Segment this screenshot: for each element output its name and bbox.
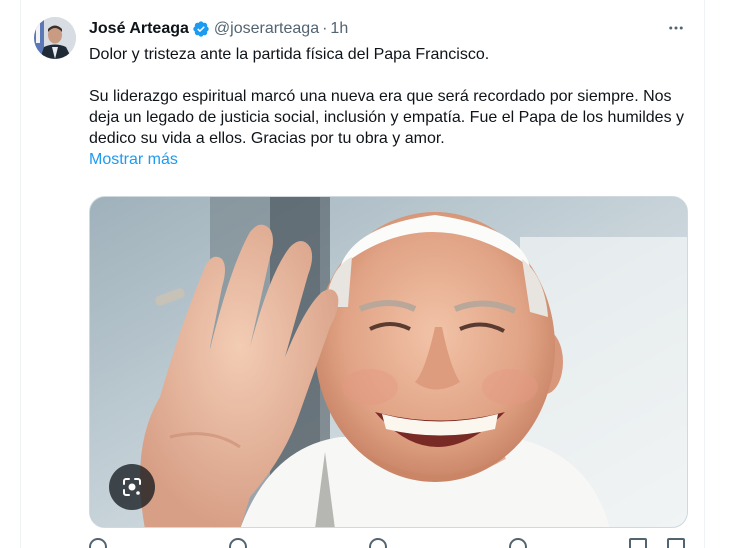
more-options-button[interactable] — [664, 16, 688, 40]
tweet-media-image[interactable] — [89, 196, 688, 528]
tweet-text-line-1: Dolor y tristeza ante la partida física … — [89, 46, 490, 63]
author-handle[interactable]: @joserarteaga — [214, 20, 319, 38]
tweet-text: Dolor y tristeza ante la partida física … — [89, 44, 689, 170]
bookmark-icon[interactable] — [629, 538, 647, 548]
post-time[interactable]: 1h — [330, 20, 348, 38]
google-lens-icon — [123, 478, 141, 496]
tweet-text-paragraph-2: Su liderazgo espiritual marcó una nueva … — [89, 88, 685, 147]
verified-badge-icon — [192, 20, 210, 38]
show-more-link[interactable]: Mostrar más — [89, 149, 178, 170]
reply-icon[interactable] — [89, 538, 107, 548]
tweet-header: José Arteaga @joserarteaga · 1h — [89, 18, 348, 40]
views-icon[interactable] — [509, 538, 527, 548]
separator-dot: · — [322, 20, 328, 37]
repost-icon[interactable] — [229, 538, 247, 548]
author-name[interactable]: José Arteaga — [89, 20, 189, 38]
avatar[interactable] — [34, 17, 76, 59]
more-options-icon — [669, 26, 683, 30]
avatar-photo — [34, 17, 76, 59]
photo-of-smiling-pope-waving — [90, 197, 687, 527]
share-icon[interactable] — [667, 538, 685, 548]
tweet-card[interactable]: José Arteaga @joserarteaga · 1h Dolor y … — [20, 0, 705, 548]
like-icon[interactable] — [369, 538, 387, 548]
tweet-actions — [89, 538, 688, 548]
page: José Arteaga @joserarteaga · 1h Dolor y … — [0, 0, 730, 548]
google-lens-button[interactable] — [109, 464, 155, 510]
